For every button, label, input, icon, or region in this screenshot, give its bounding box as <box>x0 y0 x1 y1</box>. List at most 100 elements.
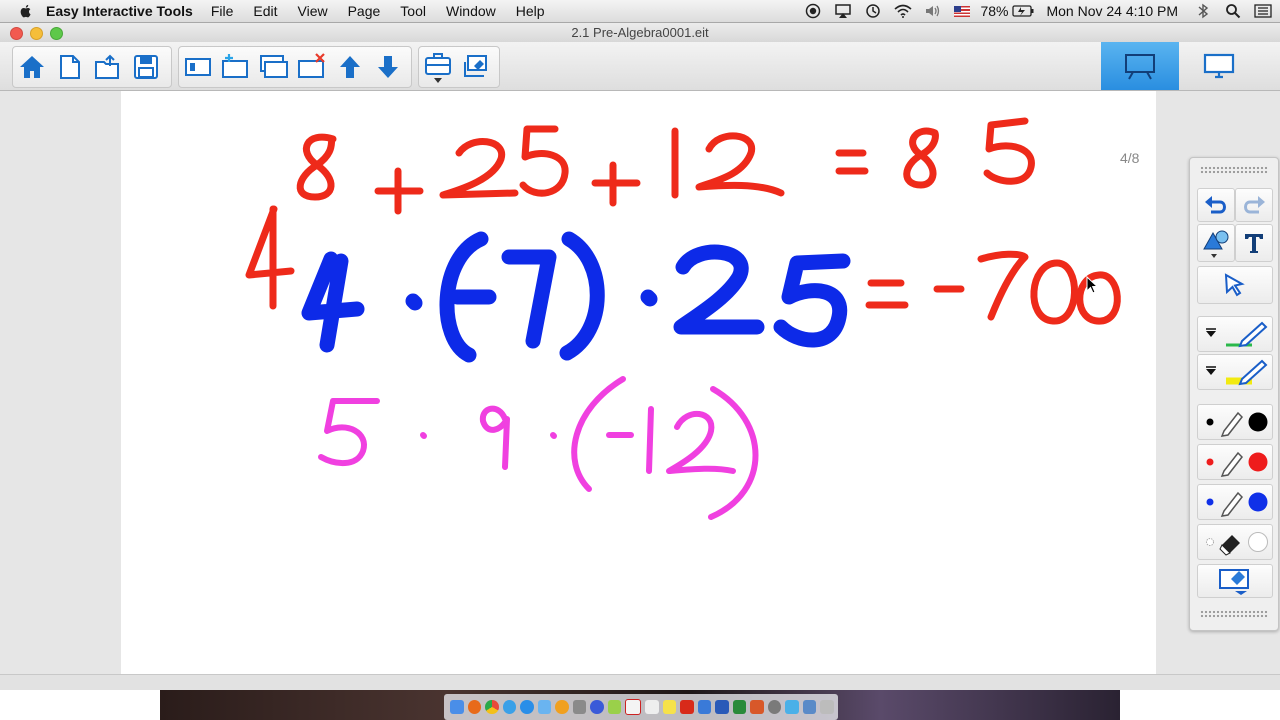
open-button[interactable] <box>89 49 127 85</box>
airplay-icon[interactable] <box>834 3 852 19</box>
new-page-button[interactable] <box>51 49 89 85</box>
page-group <box>178 46 412 88</box>
pen-blue-button[interactable] <box>1197 484 1273 520</box>
save-icon <box>134 55 158 79</box>
apple-icon[interactable] <box>18 3 34 19</box>
acrobat-icon[interactable] <box>680 700 694 714</box>
app-menu[interactable]: Easy Interactive Tools <box>46 3 193 19</box>
calendar-icon[interactable] <box>625 699 642 715</box>
finder-icon[interactable] <box>450 700 464 714</box>
desktop-background <box>0 690 1280 720</box>
screen-capture-button[interactable] <box>1197 564 1273 598</box>
notes-icon[interactable] <box>645 700 659 714</box>
undo-icon <box>1205 196 1226 214</box>
firefox-icon[interactable] <box>467 700 482 714</box>
minimize-window-button[interactable] <box>30 27 43 40</box>
flag-icon[interactable] <box>954 5 971 17</box>
shapes-button[interactable] <box>1197 224 1235 262</box>
highlighter-yellow-button[interactable] <box>1197 354 1273 390</box>
duplicate-page-button[interactable] <box>255 49 293 85</box>
bluetooth-icon[interactable] <box>1194 3 1212 19</box>
pen-black-icon <box>1206 411 1268 437</box>
word-icon[interactable] <box>715 700 729 714</box>
ink-answer-2 <box>865 250 1121 325</box>
file-group <box>12 46 172 88</box>
preview-icon[interactable] <box>572 700 587 714</box>
redo-icon <box>1244 196 1265 214</box>
duplicate-page-icon <box>260 55 288 78</box>
whiteboard-mode-button[interactable] <box>1101 42 1179 90</box>
menu-page[interactable]: Page <box>348 3 381 19</box>
page-view-button[interactable] <box>179 49 217 85</box>
zoom-window-button[interactable] <box>50 27 63 40</box>
menubar: Easy Interactive Tools File Edit View Pa… <box>0 0 1280 23</box>
toolbox-icon <box>425 53 451 83</box>
window-titlebar: 2.1 Pre-Algebra0001.eit <box>0 23 1280 42</box>
mail-icon[interactable] <box>537 700 552 714</box>
text-button[interactable] <box>1235 224 1273 262</box>
close-window-button[interactable] <box>10 27 23 40</box>
record-icon[interactable] <box>804 3 822 19</box>
palette-top-grip[interactable] <box>1200 166 1268 174</box>
clock[interactable]: Mon Nov 24 4:10 PM <box>1046 3 1178 19</box>
dock <box>444 694 838 720</box>
pen-red-button[interactable] <box>1197 444 1273 480</box>
app-store-icon[interactable] <box>520 700 534 714</box>
redo-button[interactable] <box>1235 188 1273 222</box>
undo-button[interactable] <box>1197 188 1235 222</box>
pen-black-button[interactable] <box>1197 404 1273 440</box>
menu-file[interactable]: File <box>211 3 234 19</box>
page-indicator: 4/8 <box>1120 150 1140 166</box>
chrome-icon[interactable] <box>485 700 499 714</box>
ink-layer <box>245 117 1121 520</box>
safari-icon[interactable] <box>502 700 517 714</box>
capture-button[interactable] <box>457 49 495 85</box>
volume-icon[interactable] <box>924 3 942 19</box>
whiteboard-page[interactable] <box>121 91 1156 674</box>
powerpoint-icon[interactable] <box>750 700 764 714</box>
itunes-icon[interactable] <box>590 700 604 714</box>
excel-icon[interactable] <box>732 700 747 714</box>
whiteboard-area <box>0 91 1280 674</box>
notification-icon[interactable] <box>1254 3 1272 19</box>
spotlight-icon[interactable] <box>1224 3 1242 19</box>
wifi-icon[interactable] <box>894 3 912 19</box>
stickies-icon[interactable] <box>662 700 677 714</box>
settings-icon[interactable] <box>767 700 782 714</box>
toolbox-button[interactable] <box>419 49 457 85</box>
menu-help[interactable]: Help <box>516 3 545 19</box>
desktop-mode-button[interactable] <box>1180 42 1258 90</box>
desktop-mode-icon <box>1203 53 1235 79</box>
screen-capture-icon <box>1219 569 1249 595</box>
window-bottom-bar <box>0 674 1280 691</box>
tool-palette[interactable] <box>1189 157 1279 631</box>
toolbar <box>0 42 1280 91</box>
menu-view[interactable]: View <box>298 3 328 19</box>
downloads-icon[interactable] <box>802 700 817 714</box>
add-page-icon <box>222 54 248 78</box>
ichat-icon[interactable] <box>555 700 569 714</box>
battery-icon[interactable] <box>1012 3 1034 19</box>
move-up-button[interactable] <box>331 49 369 85</box>
delete-page-button[interactable] <box>293 49 331 85</box>
time-machine-icon[interactable] <box>864 3 882 19</box>
pen-green-button[interactable] <box>1197 316 1273 352</box>
menu-edit[interactable]: Edit <box>253 3 277 19</box>
easy-interactive-icon[interactable] <box>785 700 799 714</box>
palette-bottom-grip[interactable] <box>1200 610 1268 618</box>
pen-green-icon <box>1206 321 1268 348</box>
select-button[interactable] <box>1197 266 1273 304</box>
move-down-button[interactable] <box>369 49 407 85</box>
add-page-button[interactable] <box>217 49 255 85</box>
delete-page-icon <box>298 53 325 78</box>
eraser-button[interactable] <box>1197 524 1273 560</box>
home-button[interactable] <box>13 49 51 85</box>
trash-icon[interactable] <box>820 700 835 714</box>
photos-icon[interactable] <box>607 700 622 714</box>
save-button[interactable] <box>127 49 165 85</box>
home-icon <box>20 56 44 78</box>
keynote-icon[interactable] <box>697 700 712 714</box>
menu-window[interactable]: Window <box>446 3 496 19</box>
menu-tool[interactable]: Tool <box>400 3 426 19</box>
move-down-icon <box>378 56 398 78</box>
